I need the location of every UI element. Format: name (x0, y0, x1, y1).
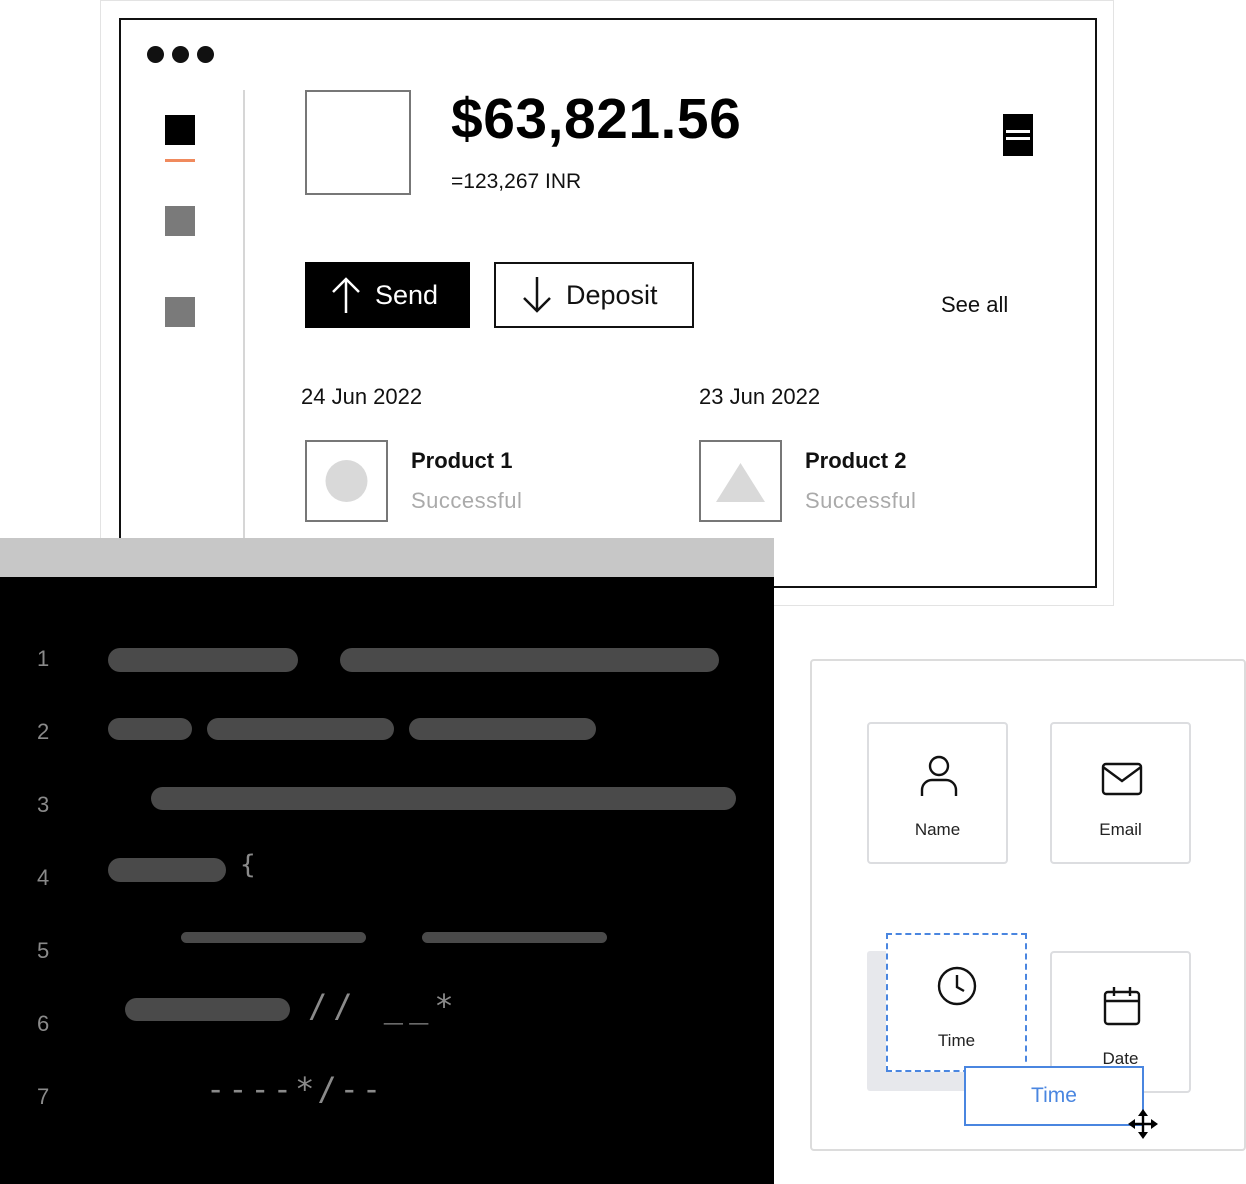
line-number: 4 (37, 865, 50, 890)
sidebar-item-2[interactable] (165, 206, 195, 236)
editor-title-bar (0, 538, 774, 577)
field-card-label: Name (914, 820, 961, 839)
transaction-date: 23 Jun 2022 (699, 384, 821, 409)
code-placeholder (108, 648, 298, 672)
transaction-thumbnail[interactable] (305, 440, 388, 522)
code-placeholder (340, 648, 719, 672)
circle-icon (325, 460, 368, 502)
line-number: 6 (37, 1011, 50, 1036)
transaction-status: Successful (805, 488, 917, 513)
mail-icon (1101, 762, 1143, 796)
line-number: 7 (37, 1084, 50, 1109)
sidebar-item-3[interactable] (165, 297, 195, 327)
sidebar-item-home[interactable] (165, 115, 195, 145)
menu-button[interactable] (1003, 114, 1033, 156)
field-card-email[interactable]: Email (1050, 722, 1191, 864)
line-number: 2 (37, 719, 50, 744)
deposit-label: Deposit (566, 279, 658, 310)
person-icon (920, 755, 958, 796)
triangle-icon (716, 463, 765, 502)
code-editor: 1 2 3 4 5 6 7 { // __* ----*/-- (0, 538, 774, 1184)
code-placeholder (207, 718, 394, 740)
calendar-icon (1103, 987, 1141, 1026)
code-comment: // __* (308, 987, 460, 1025)
clock-icon (937, 966, 977, 1006)
window-dots (147, 46, 214, 63)
field-card-label: Time (937, 1031, 976, 1050)
window-dot (197, 46, 214, 63)
arrow-up-icon (332, 277, 360, 313)
transaction-thumbnail[interactable] (699, 440, 782, 522)
send-button[interactable]: Send (305, 262, 470, 328)
menu-line (1006, 130, 1030, 133)
form-builder-panel: Name Email Time Date Time (810, 659, 1246, 1151)
code-closing: ----*/-- (206, 1070, 385, 1108)
wallet-window: $63,821.56 =123,267 INR Send Deposit See… (119, 18, 1097, 588)
transaction-date: 24 Jun 2022 (301, 384, 423, 409)
transaction-status: Successful (411, 488, 523, 513)
transaction-name: Product 1 (411, 448, 513, 473)
field-card-label: Email (1099, 820, 1142, 839)
code-brace: { (240, 850, 256, 880)
field-card-time[interactable]: Time (886, 933, 1027, 1072)
arrow-down-icon (523, 277, 551, 313)
send-label: Send (375, 279, 439, 310)
code-placeholder (422, 932, 607, 943)
sidebar-divider (243, 90, 245, 570)
dragging-field-chip[interactable]: Time (964, 1066, 1144, 1126)
account-avatar (305, 90, 411, 195)
line-number: 5 (37, 938, 50, 963)
line-number: 1 (37, 646, 50, 671)
field-card-name[interactable]: Name (867, 722, 1008, 864)
transaction-name: Product 2 (805, 448, 907, 473)
menu-line (1006, 137, 1030, 140)
see-all-link[interactable]: See all (941, 292, 1008, 318)
balance-converted: =123,267 INR (451, 170, 582, 193)
balance-amount: $63,821.56 (451, 87, 742, 151)
code-placeholder (409, 718, 596, 740)
line-number: 3 (37, 792, 50, 817)
code-placeholder (108, 858, 226, 882)
move-cursor-icon (1128, 1109, 1158, 1139)
deposit-button[interactable]: Deposit (494, 262, 694, 328)
code-placeholder (125, 998, 290, 1021)
code-placeholder (181, 932, 366, 943)
sidebar-active-indicator (165, 159, 195, 162)
window-dot (147, 46, 164, 63)
window-dot (172, 46, 189, 63)
code-placeholder (108, 718, 192, 740)
code-placeholder (151, 787, 736, 810)
